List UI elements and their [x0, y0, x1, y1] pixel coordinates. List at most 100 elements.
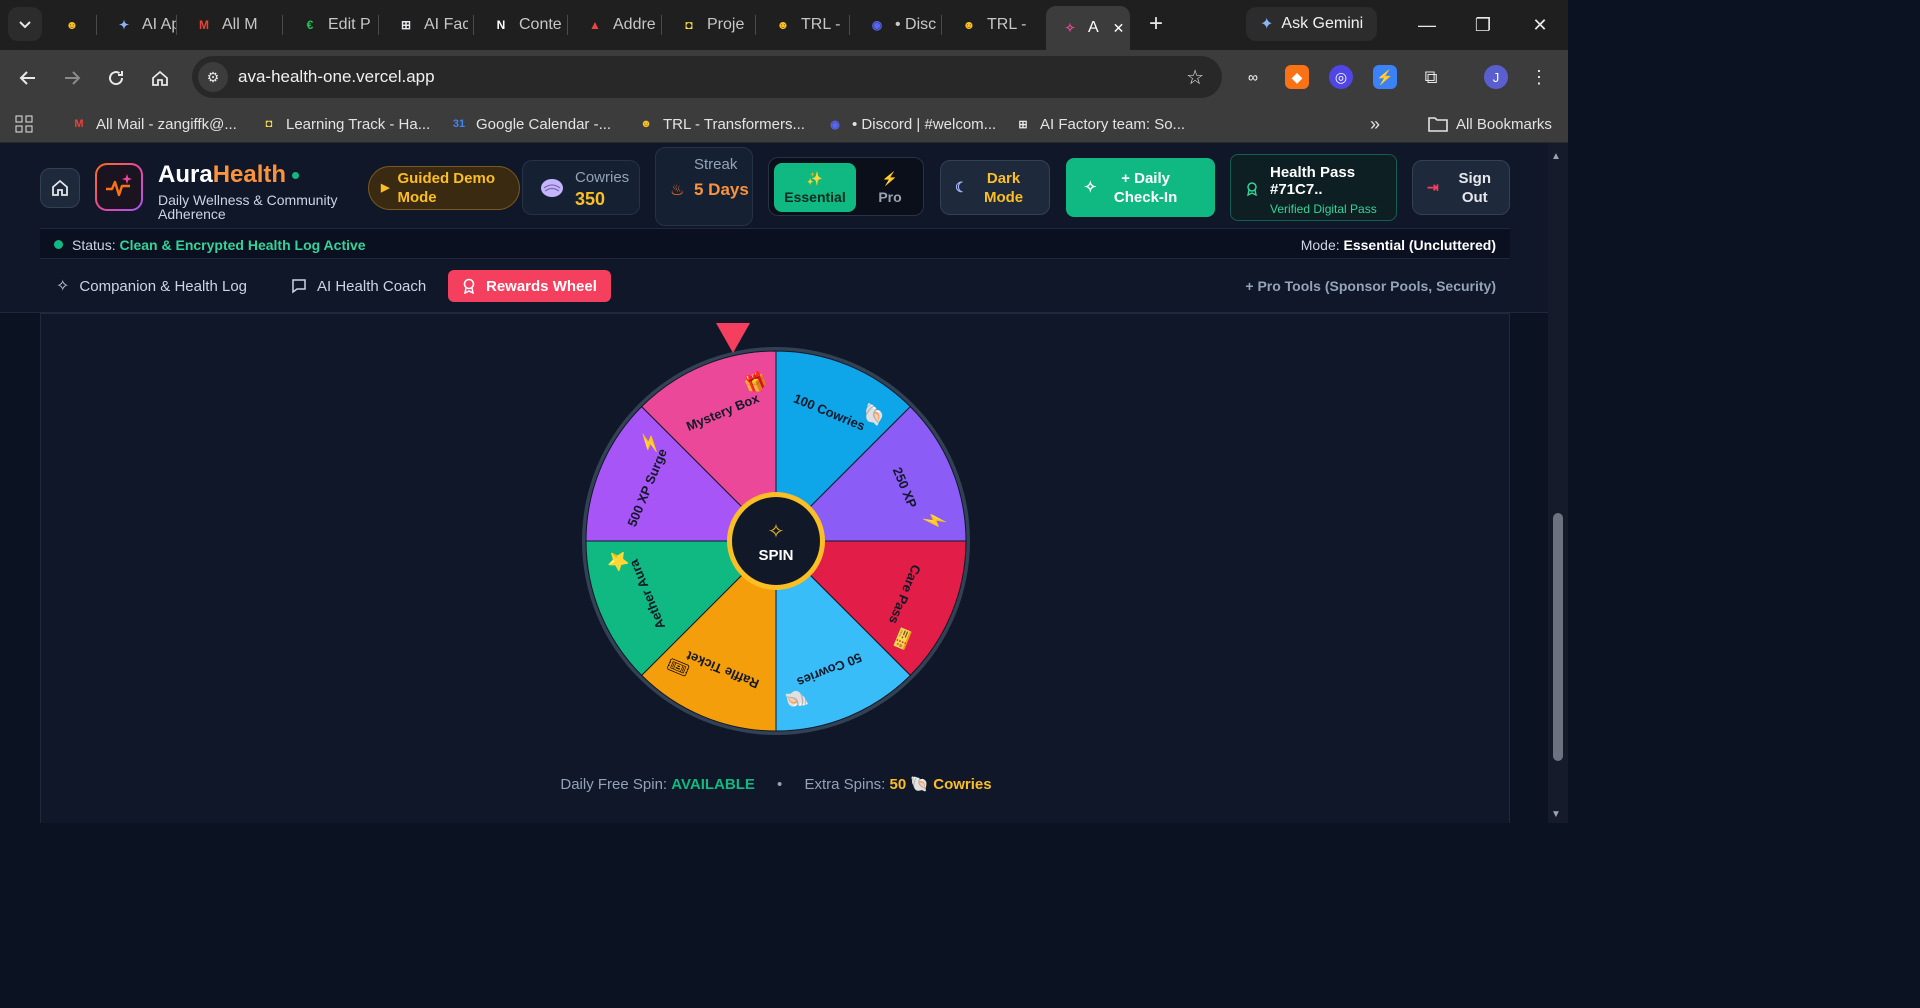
- project-icon: ◘: [265, 118, 273, 130]
- browser-tab[interactable]: ⊞ AI Fac: [382, 8, 468, 42]
- bookmark-item[interactable]: ◉ • Discord | #welcom...: [826, 112, 996, 136]
- lightning-icon: ⚡: [881, 170, 899, 186]
- pro-tools-link[interactable]: + Pro Tools (Sponsor Pools, Security): [1245, 278, 1496, 294]
- new-tab-button[interactable]: +: [1142, 10, 1170, 38]
- chevron-down-icon: [19, 21, 31, 29]
- site-settings-icon[interactable]: ⚙: [198, 62, 228, 92]
- kebab-menu-icon[interactable]: ⋮: [1527, 65, 1551, 89]
- bookmark-item[interactable]: ☻ TRL - Transformers...: [637, 112, 805, 136]
- profile-avatar[interactable]: J: [1484, 65, 1508, 89]
- forward-button[interactable]: [56, 62, 88, 94]
- arrow-right-icon: [65, 71, 81, 85]
- circle-extension-icon[interactable]: ◎: [1329, 65, 1353, 89]
- sign-out-button[interactable]: ⇥ Sign Out: [1412, 160, 1510, 215]
- aurahealth-logo: [95, 163, 143, 211]
- guided-demo-button[interactable]: ▶ Guided Demo Mode: [368, 166, 520, 210]
- bookmark-item[interactable]: M All Mail - zangiffk@...: [70, 112, 237, 136]
- scroll-up-icon[interactable]: ▲: [1551, 151, 1561, 162]
- cowries-counter: Cowries 350: [522, 160, 640, 215]
- health-pass-card[interactable]: Health Pass #71C7.. Verified Digital Pas…: [1230, 154, 1397, 221]
- tab-separator: [282, 15, 283, 35]
- url-text[interactable]: ava-health-one.vercel.app: [238, 67, 435, 87]
- discord-icon: ◉: [871, 18, 883, 32]
- pulse-sparkle-icon: [106, 174, 132, 197]
- browser-tab[interactable]: N Conte: [477, 8, 563, 42]
- tab-search-button[interactable]: [8, 7, 42, 41]
- wheel-pointer-icon: [716, 323, 750, 353]
- app-home-button[interactable]: [40, 168, 80, 208]
- dark-mode-button[interactable]: ☾ Dark Mode: [940, 160, 1050, 215]
- ask-gemini-button[interactable]: ✦ Ask Gemini: [1246, 7, 1378, 41]
- restore-button[interactable]: ❐: [1468, 10, 1498, 40]
- hugging-face-icon: ☻: [65, 18, 79, 32]
- tab-label: Companion & Health Log: [79, 277, 248, 295]
- mode-toggle: ✨ Essential ⚡ Pro: [768, 157, 924, 216]
- browser-tab[interactable]: € Edit P: [286, 8, 372, 42]
- browser-tab[interactable]: ✧ A ✕: [1046, 6, 1130, 50]
- app-page: AuraHealth Daily Wellness & Community Ad…: [0, 143, 1548, 823]
- puzzle-extensions-icon[interactable]: ⧉: [1419, 65, 1443, 89]
- all-bookmarks-button[interactable]: All Bookmarks: [1428, 112, 1552, 136]
- browser-tab-label: Proje: [707, 16, 745, 33]
- bookmark-star-icon[interactable]: ☆: [1186, 65, 1204, 90]
- tab-label: AI Health Coach: [317, 277, 427, 295]
- scroll-down-icon[interactable]: ▼: [1551, 809, 1561, 820]
- browser-tab-label: All M: [222, 16, 258, 33]
- bookmark-label: Learning Track - Ha...: [286, 115, 431, 133]
- brand-name: AuraHealth: [158, 161, 300, 189]
- tab-separator: [176, 15, 177, 35]
- demo-label: Guided Demo Mode: [397, 170, 495, 206]
- tab-rewards-wheel[interactable]: Rewards Wheel: [448, 270, 611, 302]
- mode-pro-button[interactable]: ⚡ Pro: [861, 163, 919, 212]
- close-window-button[interactable]: ✕: [1525, 10, 1555, 40]
- tab-ai-health-coach[interactable]: AI Health Coach: [277, 270, 440, 302]
- browser-tab-label: Addre: [613, 16, 656, 33]
- mode-essential-button[interactable]: ✨ Essential: [774, 163, 856, 212]
- tab-companion-health-log[interactable]: ✧ Companion & Health Log: [42, 270, 261, 302]
- browser-tab[interactable]: ☻ TRL -: [759, 8, 845, 42]
- discord-icon: ◉: [830, 118, 840, 131]
- all-bookmarks-label: All Bookmarks: [1456, 115, 1552, 133]
- minimize-button[interactable]: —: [1412, 10, 1442, 40]
- browser-tab[interactable]: ☻ TRL -: [945, 8, 1031, 42]
- browser-tab[interactable]: ☻: [48, 8, 92, 42]
- mode-text: Mode: Essential (Uncluttered): [1301, 237, 1496, 253]
- home-button[interactable]: [144, 62, 176, 94]
- back-button[interactable]: [12, 62, 44, 94]
- sparkles-icon: ✧: [56, 278, 70, 295]
- daily-checkin-button[interactable]: ✧ + Daily Check-In: [1066, 158, 1215, 217]
- metamask-extension-icon[interactable]: ◆: [1285, 65, 1309, 89]
- status-text: Status: Clean & Encrypted Health Log Act…: [72, 237, 366, 253]
- browser-tab-label: AI Fac: [424, 16, 468, 33]
- browser-tab[interactable]: ✦ AI Ap: [100, 8, 176, 42]
- status-bar: Status: Clean & Encrypted Health Log Act…: [40, 228, 1510, 259]
- bookmark-item[interactable]: ⊞ AI Factory team: So...: [1014, 112, 1185, 136]
- daily-spin-value: AVAILABLE: [671, 776, 755, 793]
- brand-part-aura: Aura: [158, 161, 213, 188]
- bookmark-item[interactable]: ◘ Learning Track - Ha...: [260, 112, 431, 136]
- mode-pro-label: Pro: [878, 188, 902, 205]
- spin-label[interactable]: SPIN: [758, 547, 793, 564]
- apps-grid-icon[interactable]: [14, 112, 34, 136]
- browser-tab[interactable]: ◘ Proje: [665, 8, 751, 42]
- bookmark-label: All Mail - zangiffk@...: [96, 115, 237, 133]
- browser-tab[interactable]: M All M: [180, 8, 276, 42]
- logout-icon: ⇥: [1427, 179, 1439, 195]
- online-dot: [292, 172, 300, 180]
- close-tab-icon[interactable]: ✕: [1113, 20, 1125, 37]
- rewards-wheel[interactable]: 100 Cowries🐚250 XP⚡Care Pass🎫50 Cowries🐚…: [579, 344, 973, 738]
- browser-tab-label: AI Ap: [142, 16, 176, 33]
- browser-tab[interactable]: ▲ Addre: [571, 8, 657, 42]
- more-bookmarks-icon[interactable]: »: [1370, 112, 1380, 136]
- browser-tab-bar: ☻ ✦ AI Ap M All M € Edit P ⊞ AI Fac N Conte ▲ Addre ◘…: [0, 0, 1568, 50]
- pass-title: Health Pass #71C7..: [1270, 164, 1356, 198]
- scrollbar-thumb[interactable]: [1553, 513, 1563, 761]
- browser-tab[interactable]: ◉ • Disc: [853, 8, 937, 42]
- flame-icon: ♨: [670, 182, 685, 199]
- ask-gemini-label: Ask Gemini: [1281, 15, 1364, 32]
- reload-button[interactable]: [100, 62, 132, 94]
- infinity-extension-icon[interactable]: ∞: [1241, 65, 1265, 89]
- bolt-extension-icon[interactable]: ⚡: [1373, 65, 1397, 89]
- address-bar[interactable]: ⚙ ava-health-one.vercel.app ☆: [192, 56, 1222, 98]
- bookmark-item[interactable]: 31 Google Calendar -...: [450, 112, 611, 136]
